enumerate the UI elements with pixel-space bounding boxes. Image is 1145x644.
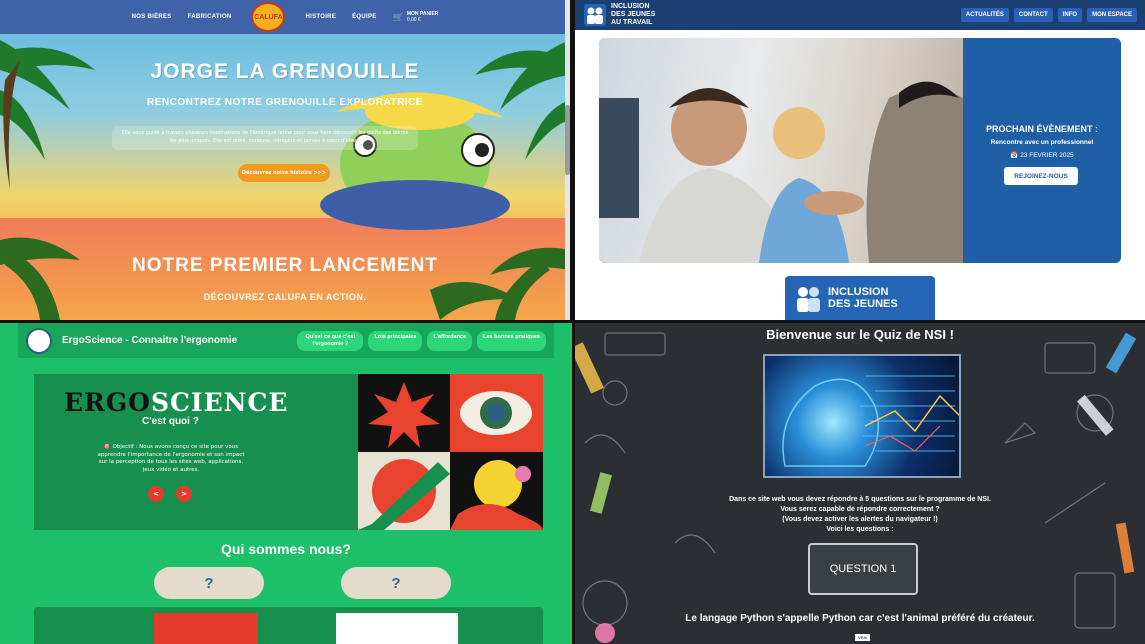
nav-histoire[interactable]: HISTOIRE bbox=[305, 14, 336, 20]
footer-logo: INCLUSION DES JEUNES bbox=[785, 276, 935, 320]
nav-bieres[interactable]: NOS BIÈRES bbox=[132, 14, 172, 20]
question-1-button[interactable]: QUESTION 1 bbox=[808, 543, 918, 595]
people-icon bbox=[584, 4, 606, 26]
launch-title: NOTRE PREMIER LANCEMENT bbox=[132, 255, 438, 276]
digital-head-illustration bbox=[782, 375, 959, 467]
menu-contact[interactable]: CONTACT bbox=[1013, 8, 1053, 22]
calufa-logo[interactable]: CALUFA bbox=[251, 2, 286, 32]
main-menu: ACTUALITÉS CONTACT INFO MON ESPACE bbox=[960, 8, 1137, 22]
event-title: PROCHAIN ÉVÈNEMENT : bbox=[985, 124, 1098, 134]
launch-subtitle: DÉCOUVREZ CALUFA EN ACTION. bbox=[203, 292, 367, 302]
true-answer-button[interactable]: VRAI bbox=[855, 634, 871, 641]
menu-info[interactable]: INFO bbox=[1057, 8, 1083, 22]
intro-line-2: Vous serez capable de répondre correctem… bbox=[780, 506, 940, 513]
intro-line-1: Dans ce site web vous devez répondre à 5… bbox=[729, 496, 991, 503]
event-date-text: 23 FEVRIER 2025 bbox=[1020, 152, 1074, 159]
brand-logo[interactable]: INCLUSION DES JEUNES AU TRAVAIL bbox=[583, 3, 655, 27]
member-card-2[interactable]: ? bbox=[341, 567, 451, 599]
nav-fabrication[interactable]: FABRICATION bbox=[188, 14, 232, 20]
brand-line-3: AU TRAVAIL bbox=[611, 19, 653, 26]
cart-icon: 🛒 bbox=[392, 11, 404, 22]
nav-lois[interactable]: Lois principales bbox=[368, 330, 423, 351]
menu-mon-espace[interactable]: MON ESPACE bbox=[1087, 8, 1137, 22]
event-date: 📅 23 FEVRIER 2025 bbox=[963, 151, 1121, 159]
ai-brain-image bbox=[763, 354, 961, 478]
header-bar: INCLUSION DES JEUNES AU TRAVAIL ACTUALIT… bbox=[575, 0, 1145, 30]
footer-logo-line-1: INCLUSION bbox=[828, 286, 889, 298]
brand-line-2: DES JEUNES bbox=[611, 11, 656, 18]
main-nav: Qu'est ce que c'est l'ergonomie ? Lois p… bbox=[297, 330, 546, 351]
logo-science: SCIENCE bbox=[150, 388, 289, 417]
nav-bonnes-pratiques[interactable]: Les bonnes pratiques bbox=[477, 330, 546, 351]
nav-ergonomie[interactable]: Qu'est ce que c'est l'ergonomie ? bbox=[297, 330, 364, 351]
section-question: C'est quoi ? bbox=[142, 416, 199, 427]
hero-description: Elle vous guide à travers plusieurs dest… bbox=[112, 126, 418, 150]
team-image-2 bbox=[336, 613, 458, 644]
hero-subtitle: RENCONTREZ NOTRE GRENOUILLE EXPLORATRICE bbox=[147, 97, 423, 108]
top-navigation: NOS BIÈRES FABRICATION CALUFA HISTOIRE É… bbox=[0, 0, 570, 34]
event-subtitle: Rencontre avec un professionnel bbox=[990, 139, 1094, 146]
quiz-title: Bienvenue sur le Quiz de NSI ! bbox=[766, 327, 954, 342]
hero-title: JORGE LA GRENOUILLE bbox=[150, 60, 420, 83]
nav-equipe[interactable]: ÉQUIPE bbox=[352, 14, 376, 20]
calendar-icon: 📅 bbox=[1010, 152, 1021, 159]
team-section bbox=[34, 607, 543, 644]
intro-line-3: (Vous devez activer les alertes du navig… bbox=[782, 516, 938, 523]
next-button[interactable]: > bbox=[176, 486, 192, 502]
question-statement: Le langage Python s'appelle Python car c… bbox=[685, 613, 1035, 624]
calufa-site: NOS BIÈRES FABRICATION CALUFA HISTOIRE É… bbox=[0, 0, 570, 320]
member-card-1[interactable]: ? bbox=[154, 567, 264, 599]
inclusion-site: INCLUSION DES JEUNES AU TRAVAIL ACTUALIT… bbox=[575, 0, 1145, 320]
ergoscience-logo: ERGOSCIENCE bbox=[64, 388, 288, 417]
join-button[interactable]: REJOINEZ-NOUS bbox=[1004, 167, 1078, 185]
event-info: PROCHAIN ÉVÈNEMENT : Rencontre avec un p… bbox=[963, 38, 1121, 263]
header-bar: ErgoScience - Connaitre l'ergonomie Qu'e… bbox=[18, 323, 554, 358]
handshake-photo bbox=[599, 38, 963, 263]
intro-card: ERGOSCIENCE C'est quoi ? 🎯 Objectif : No… bbox=[34, 374, 543, 530]
who-heading: Qui sommes nous? bbox=[221, 541, 351, 557]
prev-button[interactable]: < bbox=[148, 486, 164, 502]
carousel-controls: < > bbox=[148, 486, 192, 502]
menu-actualites[interactable]: ACTUALITÉS bbox=[960, 8, 1009, 22]
ergoscience-site: ErgoScience - Connaitre l'ergonomie Qu'e… bbox=[0, 323, 572, 644]
objective-text: 🎯 Objectif : Nous avons conçu ce site po… bbox=[97, 444, 245, 473]
site-logo-icon[interactable] bbox=[26, 327, 52, 354]
event-hero: PROCHAIN ÉVÈNEMENT : Rencontre avec un p… bbox=[599, 38, 1121, 263]
intro-line-4: Voici les questions : bbox=[826, 526, 894, 533]
cart-button[interactable]: 🛒 MON PANIER 0,00 € bbox=[393, 11, 439, 23]
people-icon bbox=[797, 287, 820, 312]
quiz-intro: Dans ce site web vous devez répondre à 5… bbox=[575, 495, 1145, 535]
brand-line-1: INCLUSION bbox=[611, 3, 650, 10]
abstract-artwork bbox=[358, 374, 543, 530]
discover-story-button[interactable]: Découvrez notre histoire >>> bbox=[238, 164, 330, 182]
site-title: ErgoScience - Connaitre l'ergonomie bbox=[62, 335, 238, 346]
nav-affordance[interactable]: L'affordance bbox=[427, 330, 473, 351]
scrollbar[interactable] bbox=[565, 0, 570, 320]
team-image-1 bbox=[154, 613, 258, 644]
cart-amount: 0,00 € bbox=[406, 17, 421, 23]
quiz-nsi-site: Bienvenue sur le Quiz de NSI ! Dans ce s… bbox=[575, 323, 1145, 644]
footer-logo-line-2: DES JEUNES bbox=[828, 298, 898, 310]
scrollbar-thumb[interactable] bbox=[565, 105, 570, 175]
logo-ergo: ERGO bbox=[64, 388, 151, 417]
